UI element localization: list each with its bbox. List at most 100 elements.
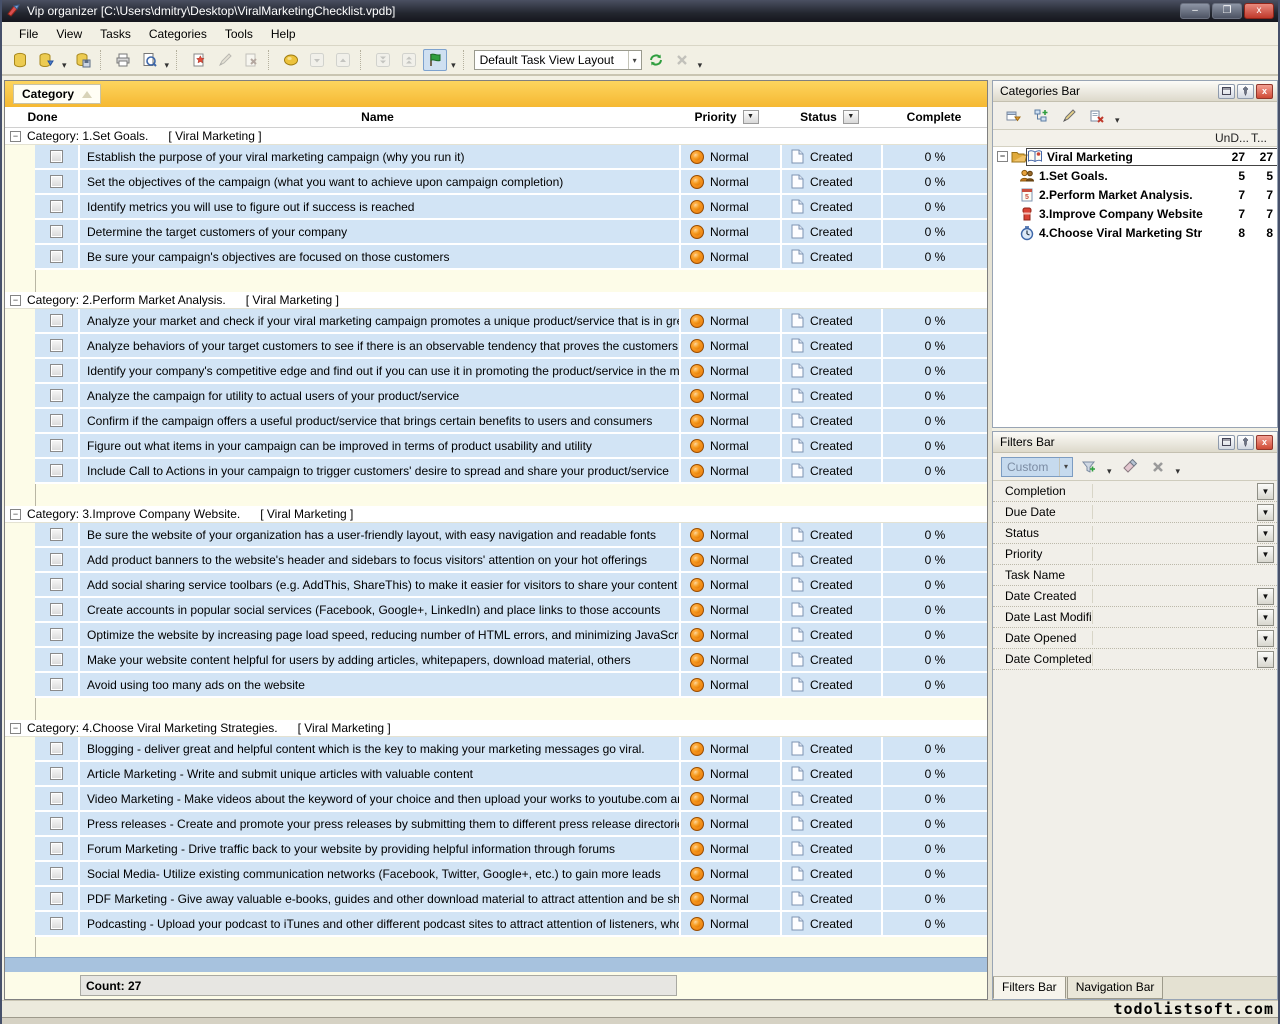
status-cell[interactable]: Created [782,862,883,887]
table-row[interactable]: Set the objectives of the campaign (what… [5,170,987,195]
delete-category-icon[interactable] [1085,105,1109,127]
filter-dropdown-icon[interactable]: ▼ [1257,546,1274,563]
task-name-cell[interactable]: Determine the target customers of your c… [80,220,681,245]
layout-group-caret[interactable]: ▾ [696,56,705,74]
priority-cell[interactable]: Normal [681,434,782,459]
task-name-cell[interactable]: Analyze behaviors of your target custome… [80,334,681,359]
priority-cell[interactable]: Normal [681,762,782,787]
priority-cell[interactable]: Normal [681,384,782,409]
task-checkbox[interactable] [50,767,63,780]
tree-item[interactable]: −Viral Marketing2727 [993,147,1277,166]
task-checkbox[interactable] [50,892,63,905]
move-top-icon[interactable] [397,49,421,71]
status-cell[interactable]: Created [782,309,883,334]
save-database-icon[interactable] [71,49,95,71]
collapse-group-icon[interactable]: − [10,509,21,520]
status-cell[interactable]: Created [782,220,883,245]
status-cell[interactable]: Created [782,359,883,384]
table-row[interactable]: Forum Marketing - Drive traffic back to … [5,837,987,862]
open-database-icon[interactable] [34,49,58,71]
filter-dropdown-icon[interactable]: ▼ [1257,651,1274,668]
collapse-group-icon[interactable]: − [10,723,21,734]
table-row[interactable]: Create accounts in popular social servic… [5,598,987,623]
priority-cell[interactable]: Normal [681,220,782,245]
apply-filter-icon[interactable] [1077,456,1101,478]
categories-restore-icon[interactable] [1218,84,1235,99]
categories-toolbar-caret[interactable]: ▾ [1113,111,1122,129]
status-cell[interactable]: Created [782,195,883,220]
table-row[interactable]: Establish the purpose of your viral mark… [5,145,987,170]
task-name-cell[interactable]: Article Marketing - Write and submit uni… [80,762,681,787]
priority-cell[interactable]: Normal [681,573,782,598]
delete-filter-icon[interactable] [1146,456,1170,478]
task-checkbox[interactable] [50,628,63,641]
priority-cell[interactable]: Normal [681,523,782,548]
clear-layout-icon[interactable] [670,49,694,71]
task-checkbox[interactable] [50,414,63,427]
priority-cell[interactable]: Normal [681,195,782,220]
status-cell[interactable]: Created [782,459,883,484]
table-row[interactable]: Determine the target customers of your c… [5,220,987,245]
task-checkbox[interactable] [50,439,63,452]
task-checkbox[interactable] [50,528,63,541]
table-row[interactable]: Be sure your campaign's objectives are f… [5,245,987,270]
priority-cell[interactable]: Normal [681,598,782,623]
filter-dropdown-icon[interactable]: ▼ [1257,588,1274,605]
group-header[interactable]: −Category: 3.Improve Company Website.[ V… [5,506,987,523]
group-header[interactable]: −Category: 2.Perform Market Analysis.[ V… [5,292,987,309]
collapse-group-icon[interactable]: − [10,131,21,142]
tree-column-undone[interactable]: UnD... [1215,131,1251,145]
priority-cell[interactable]: Normal [681,787,782,812]
table-row[interactable]: Social Media- Utilize existing communica… [5,862,987,887]
priority-cell[interactable]: Normal [681,245,782,270]
priority-cell[interactable]: Normal [681,648,782,673]
priority-cell[interactable]: Normal [681,334,782,359]
status-cell[interactable]: Created [782,523,883,548]
open-database-caret[interactable]: ▾ [60,56,69,74]
priority-cell[interactable]: Normal [681,862,782,887]
table-row[interactable]: Press releases - Create and promote your… [5,812,987,837]
status-cell[interactable]: Created [782,837,883,862]
tree-item[interactable]: 3.Improve Company Website77 [993,204,1277,223]
task-checkbox[interactable] [50,867,63,880]
status-cell[interactable]: Created [782,434,883,459]
task-name-cell[interactable]: Press releases - Create and promote your… [80,812,681,837]
layout-combo-arrow-icon[interactable]: ▾ [628,51,641,69]
task-name-cell[interactable]: Analyze the campaign for utility to actu… [80,384,681,409]
apply-filter-caret[interactable]: ▾ [1105,462,1114,480]
task-name-cell[interactable]: Add product banners to the website's hea… [80,548,681,573]
task-checkbox[interactable] [50,917,63,930]
print-preview-icon[interactable] [137,49,161,71]
filter-dropdown-icon[interactable]: ▼ [1257,525,1274,542]
task-name-cell[interactable]: Avoid using too many ads on the website [80,673,681,698]
task-name-cell[interactable]: Blogging - deliver great and helpful con… [80,737,681,762]
table-row[interactable]: Add social sharing service toolbars (e.g… [5,573,987,598]
categories-pin-icon[interactable] [1237,84,1254,99]
new-task-icon[interactable] [187,49,211,71]
filters-restore-icon[interactable] [1218,435,1235,450]
move-bottom-icon[interactable] [371,49,395,71]
task-checkbox[interactable] [50,364,63,377]
tree-column-total[interactable]: T... [1251,131,1277,145]
priority-cell[interactable]: Normal [681,623,782,648]
table-row[interactable]: Figure out what items in your campaign c… [5,434,987,459]
status-cell[interactable]: Created [782,812,883,837]
table-row[interactable]: Be sure the website of your organization… [5,523,987,548]
move-down-icon[interactable] [305,49,329,71]
status-cell[interactable]: Created [782,648,883,673]
priority-cell[interactable]: Normal [681,548,782,573]
new-subcategory-icon[interactable] [1029,105,1053,127]
table-row[interactable]: Analyze the campaign for utility to actu… [5,384,987,409]
task-name-cell[interactable]: Be sure your campaign's objectives are f… [80,245,681,270]
task-name-cell[interactable]: PDF Marketing - Give away valuable e-boo… [80,887,681,912]
table-row[interactable]: Confirm if the campaign offers a useful … [5,409,987,434]
print-group-caret[interactable]: ▾ [163,56,172,74]
task-name-cell[interactable]: Podcasting - Upload your podcast to iTun… [80,912,681,937]
task-checkbox[interactable] [50,464,63,477]
status-cell[interactable]: Created [782,573,883,598]
task-name-cell[interactable]: Figure out what items in your campaign c… [80,434,681,459]
priority-cell[interactable]: Normal [681,459,782,484]
filters-toolbar-caret[interactable]: ▾ [1174,462,1183,480]
status-cell[interactable]: Created [782,170,883,195]
task-name-cell[interactable]: Create accounts in popular social servic… [80,598,681,623]
